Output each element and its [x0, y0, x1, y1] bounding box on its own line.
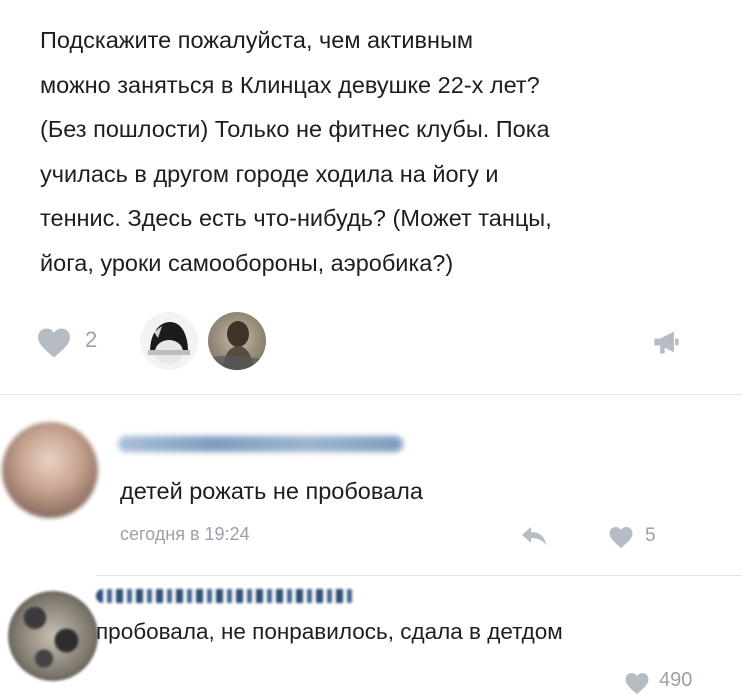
- post-text-line: йога, уроки самообороны, аэробика?): [40, 249, 454, 276]
- avatar[interactable]: [2, 422, 98, 518]
- divider: [0, 394, 742, 395]
- comment-text: детей рожать не пробовала: [120, 478, 423, 504]
- avatar[interactable]: [8, 591, 98, 681]
- comment-text: пробовала, не понравилось, сдала в детдо…: [96, 619, 563, 644]
- reply-arrow-icon[interactable]: [520, 525, 548, 547]
- post-body: Подскажите пожалуйста, чем активным можн…: [40, 18, 700, 285]
- post-actions: 2: [0, 300, 742, 370]
- comment: детей рожать не пробовала сегодня в 19:2…: [0, 410, 742, 565]
- post-text-line: училась в другом городе ходила на йогу и: [40, 160, 499, 187]
- post-text-line: Подскажите пожалуйста, чем активным: [40, 27, 474, 53]
- heart-icon[interactable]: [36, 327, 72, 359]
- comment-timestamp: сегодня в 19:24: [120, 524, 250, 544]
- megaphone-icon[interactable]: [652, 328, 682, 356]
- author-name-blurred[interactable]: [118, 436, 403, 452]
- heart-icon[interactable]: [608, 526, 634, 549]
- comment: пробовала, не понравилось, сдала в детдо…: [0, 575, 742, 695]
- liker-avatar[interactable]: [208, 312, 266, 370]
- post-text-line: можно заняться в Клинцах девушке 22-х ле…: [40, 71, 540, 98]
- comment-like-count: 490: [659, 669, 693, 691]
- post-text-line: (Без пошлости) Только не фитнес клубы. П…: [40, 116, 550, 142]
- comment-like-count: 5: [645, 525, 656, 546]
- heart-icon[interactable]: [624, 672, 650, 695]
- post-like-count: 2: [85, 327, 98, 352]
- author-name-blurred[interactable]: [96, 589, 356, 603]
- post-text-line: теннис. Здесь есть что-нибудь? (Может та…: [40, 205, 552, 231]
- liker-avatar[interactable]: [140, 312, 198, 370]
